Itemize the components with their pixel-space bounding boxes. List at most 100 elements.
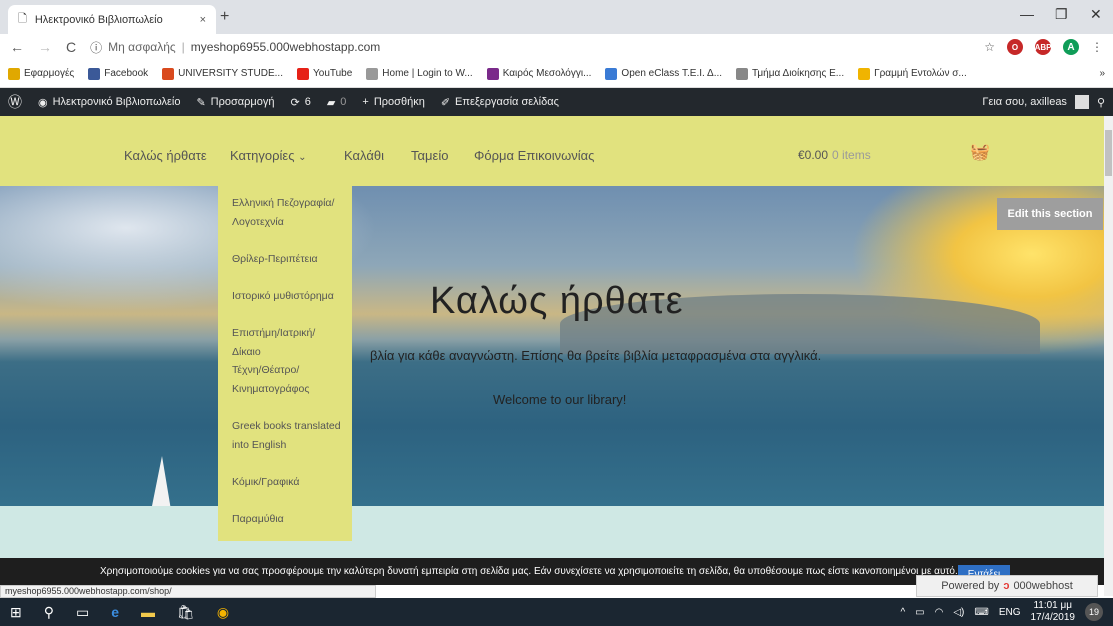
volume-icon[interactable]: ◁) [953,607,964,618]
bookmark-favicon-icon [8,67,20,80]
network-icon[interactable]: ▭ [915,607,924,618]
admin-search-icon[interactable]: ⚲ [1097,96,1105,109]
edit-section-button[interactable]: Edit this section [997,198,1103,230]
language-indicator[interactable]: ENG [999,607,1021,618]
admin-add-new[interactable]: + Προσθήκη [362,96,424,108]
bookmark-item[interactable]: Καιρός Μεσολόγγι... [486,67,591,80]
bookmark-item[interactable]: Εφαρμογές [8,67,75,80]
nav-welcome[interactable]: Καλώς ήρθατε [124,148,207,163]
powered-by-badge[interactable]: Powered by ↄ 000webhost [916,575,1098,597]
bookmark-favicon-icon [736,67,749,80]
bookmark-favicon-icon [858,67,871,80]
dropdown-item-art-cont[interactable]: Κινηματογράφος [232,380,342,399]
content-band [0,506,1104,558]
wp-admin-bar: Ⓦ ◉ Ηλεκτρονικό Βιβλιοπωλείο ✎ Προσαρμογή … [0,88,1113,116]
comment-icon: ▰ [326,96,336,109]
task-view-icon[interactable]: ▭ [76,604,89,621]
dropdown-item-science[interactable]: Επιστήμη/Ιατρική/Δίκαιο [232,324,342,358]
menu-kebab-icon[interactable]: ⋮ [1091,40,1103,54]
bookmark-item[interactable]: Home | Login to W... [366,67,473,80]
file-explorer-icon[interactable]: ▬ [141,604,155,620]
categories-dropdown: Ελληνική Πεζογραφία/ Λογοτεχνία Θρίλερ-Π… [218,186,352,541]
admin-comments[interactable]: ▰ 0 [327,96,347,109]
browser-tab[interactable]: 🗋 Ηλεκτρονικό Βιβλιοπωλείο × [8,5,216,34]
hero-clouds [0,186,420,326]
bookmark-favicon-icon [605,67,618,80]
webhost-logo-icon: ↄ [1003,580,1010,592]
bookmark-item[interactable]: YouTube [297,67,352,80]
bookmark-label: Facebook [104,68,149,79]
bookmark-item[interactable]: UNIVERSITY STUDE... [162,67,283,80]
dropdown-item-translated-cont[interactable]: into English [232,436,342,455]
hero-section: Καλώς ήρθατε βλία για κάθε αναγνώστη. Επ… [0,186,1104,506]
tray-chevron-icon[interactable]: ^ [900,607,905,618]
url-text: myeshop6955.000webhostapp.com [190,40,381,54]
admin-edit-page[interactable]: ✐ Επεξεργασία σελίδας [441,96,559,109]
cart-total[interactable]: €0.00 0 items [798,148,871,162]
profile-avatar[interactable]: A [1063,39,1079,55]
page-scrollbar[interactable] [1104,116,1113,596]
site-name-label: Ηλεκτρονικό Βιβλιοπωλείο [52,96,181,108]
nav-contact[interactable]: Φόρμα Επικοινωνίας [474,148,594,163]
dropdown-item-greek-fiction-cont[interactable]: Λογοτεχνία [232,213,342,232]
dropdown-item-translated[interactable]: Greek books translated [232,417,342,436]
admin-customize[interactable]: ✎ Προσαρμογή [196,96,274,109]
close-tab-icon[interactable]: × [200,14,206,26]
opera-extension-icon[interactable]: O [1007,39,1023,55]
clock[interactable]: 11:01 μμ 17/4/2019 [1031,600,1076,624]
bookmark-item[interactable]: Γραμμή Εντολών σ... [858,67,967,80]
bookmarks-overflow-icon[interactable]: » [1099,68,1105,79]
reload-icon[interactable]: C [66,39,76,55]
bookmark-item[interactable]: Τμήμα Διοίκησης Ε... [736,67,844,80]
updates-icon: ⟳ [290,96,300,109]
customize-label: Προσαρμογή [210,96,275,108]
nav-categories-label: Κατηγορίες [230,148,295,163]
bookmark-favicon-icon [162,67,175,80]
bookmark-favicon-icon [366,67,379,80]
windows-start-icon[interactable]: ⊞ [10,604,22,621]
hero-welcome: Welcome to our library! [493,392,627,407]
bookmark-item[interactable]: Facebook [88,67,149,80]
bookmark-item[interactable]: Open eClass Τ.Ε.Ι. Δ... [605,67,723,80]
pencil-icon: ✐ [440,96,451,109]
forward-icon[interactable]: → [38,39,52,55]
minimize-icon[interactable]: — [1020,6,1034,22]
restore-icon[interactable]: ❐ [1055,6,1068,23]
wifi-icon[interactable]: ◠ [935,607,944,618]
adblock-icon[interactable]: ABP [1035,39,1051,55]
chevron-down-icon: ⌄ [298,152,307,163]
bookmark-label: Γραμμή Εντολών σ... [874,68,967,79]
notifications-badge[interactable]: 19 [1085,603,1103,621]
admin-avatar[interactable] [1074,95,1089,109]
search-icon[interactable]: ⚲ [44,604,54,621]
dropdown-item-greek-fiction[interactable]: Ελληνική Πεζογραφία/ [232,194,342,213]
wordpress-logo-icon[interactable]: Ⓦ [8,92,22,112]
bookmark-star-icon[interactable]: ☆ [984,40,995,54]
dropdown-item-fairytales[interactable]: Παραμύθια [232,510,342,529]
new-tab-button[interactable]: + [220,8,229,26]
address-bar[interactable]: ⓘ Μη ασφαλής | myeshop6955.000webhostapp… [90,39,380,56]
nav-checkout[interactable]: Ταμείο [411,148,448,163]
nav-cart[interactable]: Καλάθι [344,148,384,163]
hero-title: Καλώς ήρθατε [430,280,684,322]
keyboard-icon[interactable]: ⌨ [974,607,988,618]
dropdown-item-comics[interactable]: Κόμικ/Γραφικά [232,473,342,492]
scrollbar-thumb[interactable] [1105,130,1112,176]
admin-site-name[interactable]: ◉ Ηλεκτρονικό Βιβλιοπωλείο [38,96,180,109]
webhost-name: 000webhost [1013,580,1073,592]
edge-browser-icon[interactable]: e [111,604,119,620]
chrome-icon[interactable]: ◉ [217,604,229,621]
close-window-icon[interactable]: ✕ [1090,6,1102,23]
basket-icon[interactable]: 🧺 [970,142,990,162]
bookmark-label: Home | Login to W... [382,68,473,79]
nav-categories[interactable]: Κατηγορίες ⌄ [230,148,306,163]
dropdown-item-historical[interactable]: Ιστορικό μυθιστόρημα [232,287,342,306]
dropdown-item-art[interactable]: Τέχνη/Θέατρο/ [232,361,342,380]
admin-updates[interactable]: ⟳ 6 [290,96,310,109]
bookmark-label: Εφαρμογές [24,68,75,79]
back-icon[interactable]: ← [10,39,24,55]
store-icon[interactable]: 🛍 [177,604,195,621]
dropdown-item-thriller[interactable]: Θρίλερ-Περιπέτεια [232,250,342,269]
admin-greeting[interactable]: Γεια σου, axilleas [982,96,1067,108]
bookmark-label: Open eClass Τ.Ε.Ι. Δ... [621,68,723,79]
